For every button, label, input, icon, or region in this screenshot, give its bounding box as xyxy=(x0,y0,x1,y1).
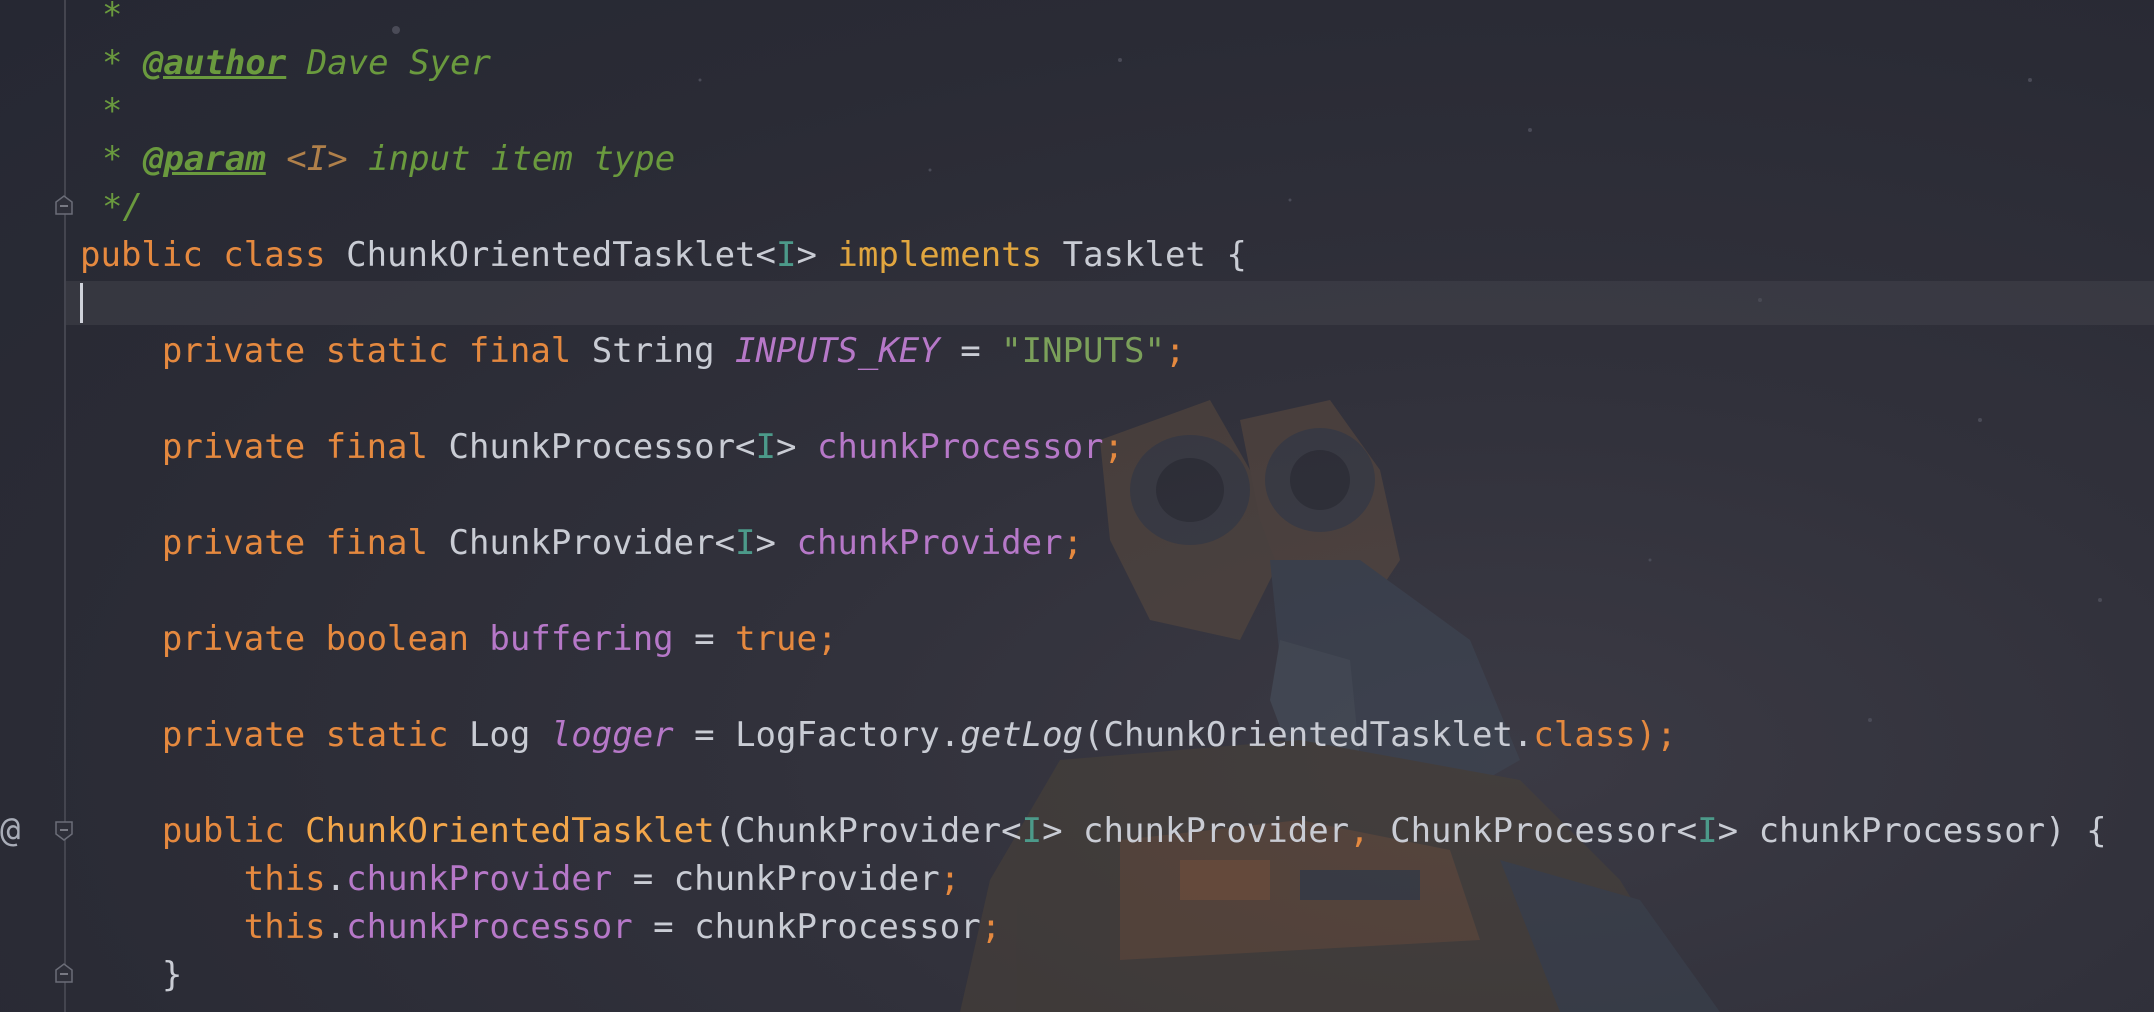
code-token: , xyxy=(1349,811,1391,851)
code-line[interactable]: */ xyxy=(102,183,143,231)
code-line[interactable]: * xyxy=(102,0,122,39)
code-token: I xyxy=(755,427,776,467)
code-token: chunkProvider xyxy=(796,523,1063,563)
code-line[interactable]: * @author Dave Syer xyxy=(102,39,491,87)
code-token: private final xyxy=(80,427,449,467)
code-line[interactable]: this.chunkProvider = chunkProvider; xyxy=(80,855,960,903)
code-line[interactable]: public ChunkOrientedTasklet(ChunkProvide… xyxy=(80,807,2107,855)
code-token: input item type xyxy=(347,139,676,179)
code-token: ; xyxy=(980,907,1002,947)
code-token: * xyxy=(102,139,143,179)
code-token: chunkProvider xyxy=(346,859,613,899)
code-token: Dave Syer xyxy=(286,43,491,83)
code-line[interactable]: public class ChunkOrientedTasklet<I> imp… xyxy=(80,231,1247,279)
code-token: public class xyxy=(80,235,347,275)
code-token: * xyxy=(102,0,123,35)
code-token: "INPUTS" xyxy=(1001,331,1165,371)
code-token: ChunkProvider< xyxy=(448,523,736,563)
code-line[interactable]: private final ChunkProvider<I> chunkProv… xyxy=(80,519,1083,567)
code-token: ChunkOrientedTasklet xyxy=(305,811,715,851)
code-token: this xyxy=(80,907,326,947)
code-token: ChunkOrientedTasklet< xyxy=(346,235,776,275)
current-line-highlight xyxy=(66,281,2154,325)
code-token: true xyxy=(735,619,817,659)
code-token: */ xyxy=(102,187,143,227)
code-line[interactable]: private final ChunkProcessor<I> chunkPro… xyxy=(80,423,1124,471)
code-token: Tasklet { xyxy=(1062,235,1247,275)
code-token: } xyxy=(80,955,183,995)
code-token: ; xyxy=(1103,427,1125,467)
code-token: INPUTS_KEY xyxy=(735,331,940,371)
editor-gutter xyxy=(0,0,66,1012)
code-token: > xyxy=(796,235,838,275)
code-token: <I> xyxy=(286,139,348,179)
code-token: buffering xyxy=(489,619,674,659)
code-token: . xyxy=(325,859,347,899)
code-token: ChunkProcessor< xyxy=(1390,811,1698,851)
code-token: ; xyxy=(816,619,838,659)
code-token: private final xyxy=(80,523,449,563)
code-token: logger xyxy=(550,715,674,755)
code-token: chunkProcessor xyxy=(816,427,1104,467)
code-token: = chunkProvider xyxy=(612,859,940,899)
code-token: > chunkProcessor) { xyxy=(1717,811,2107,851)
code-token: private boolean xyxy=(80,619,490,659)
code-line[interactable]: } xyxy=(80,951,182,999)
code-line[interactable]: this.chunkProcessor = chunkProcessor; xyxy=(80,903,1001,951)
code-token: ; xyxy=(1164,331,1186,371)
gutter-separator xyxy=(64,0,66,1012)
code-token: String xyxy=(591,331,736,371)
fold-collapse-icon[interactable] xyxy=(53,962,75,984)
code-token: > xyxy=(755,523,797,563)
code-line[interactable]: private static final String INPUTS_KEY =… xyxy=(80,327,1186,375)
code-token: (ChunkOrientedTasklet. xyxy=(1083,715,1534,755)
code-token: = chunkProcessor xyxy=(632,907,981,947)
fold-collapse-icon[interactable] xyxy=(53,194,75,216)
code-token: I xyxy=(775,235,797,275)
code-token: this xyxy=(80,859,326,899)
code-token: = xyxy=(939,331,1002,371)
code-token: > chunkProvider xyxy=(1042,811,1350,851)
code-token: Log xyxy=(468,715,551,755)
code-line[interactable]: * xyxy=(102,87,122,135)
code-token: ; xyxy=(939,859,961,899)
code-token: (ChunkProvider< xyxy=(714,811,1022,851)
code-token: * xyxy=(102,43,143,83)
code-token: ); xyxy=(1635,715,1677,755)
code-token: ; xyxy=(1062,523,1084,563)
code-token: private static final xyxy=(80,331,592,371)
code-token: = xyxy=(673,619,736,659)
code-token: I xyxy=(1021,811,1043,851)
override-marker-icon[interactable]: @ xyxy=(0,808,30,852)
code-token: @author xyxy=(142,43,287,83)
code-token: = LogFactory. xyxy=(673,715,961,755)
code-token: I xyxy=(735,523,756,563)
code-token: . xyxy=(325,907,347,947)
code-token: * xyxy=(102,91,123,131)
code-line[interactable]: private boolean buffering = true; xyxy=(80,615,838,663)
fold-expand-icon[interactable] xyxy=(53,820,75,842)
code-token: private static xyxy=(80,715,469,755)
code-token: @param xyxy=(142,139,266,179)
code-token: > xyxy=(776,427,817,467)
code-line[interactable]: * @param <I> input item type xyxy=(102,135,675,183)
code-token: class xyxy=(1533,715,1636,755)
code-token: I xyxy=(1697,811,1718,851)
code-line[interactable]: private static Log logger = LogFactory.g… xyxy=(80,711,1677,759)
code-token: public xyxy=(80,811,306,851)
text-caret xyxy=(80,283,83,323)
code-token: chunkProcessor xyxy=(346,907,633,947)
code-token: implements xyxy=(837,235,1063,275)
code-token: ChunkProcessor< xyxy=(448,427,756,467)
code-token: getLog xyxy=(960,715,1084,755)
